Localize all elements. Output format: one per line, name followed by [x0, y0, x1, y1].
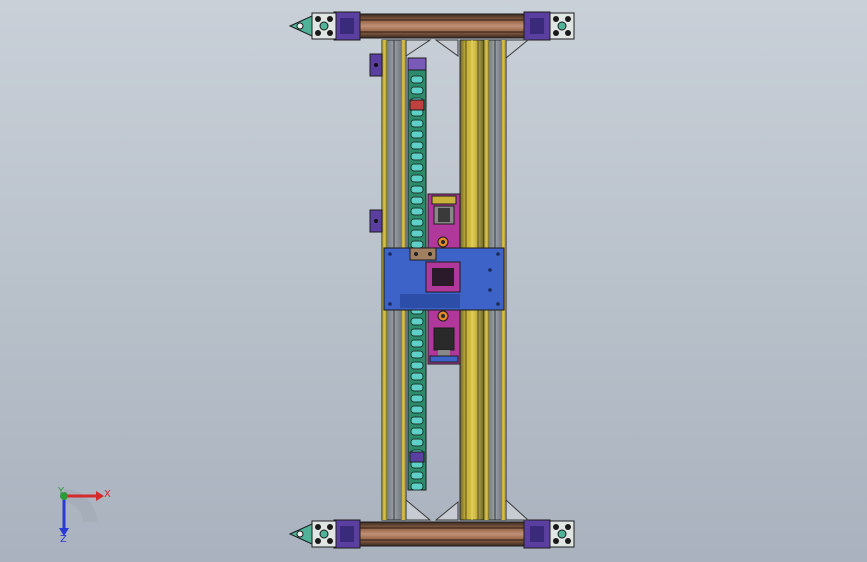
chain-link: [410, 394, 424, 403]
triad-y-label: Y: [57, 486, 65, 497]
chain-link: [410, 218, 424, 227]
chain-link: [410, 174, 424, 183]
gripper-assembly-upper[interactable]: [427, 193, 461, 249]
corner-connector-tr: [549, 12, 575, 40]
triad-z-label: Z: [60, 534, 67, 545]
carriage-bolt: [388, 252, 392, 256]
chain-link: [410, 427, 424, 436]
chain-link: [410, 405, 424, 414]
chain-link: [410, 196, 424, 205]
chain-link: [410, 229, 424, 238]
chain-link: [410, 361, 424, 370]
chain-link: [410, 185, 424, 194]
chain-link: [410, 482, 424, 491]
chain-link: [410, 350, 424, 359]
chain-link: [410, 240, 424, 249]
gripper-assembly-lower[interactable]: [427, 309, 461, 365]
chain-link: [410, 119, 424, 128]
chain-link: [410, 141, 424, 150]
carriage-bolt: [488, 268, 492, 272]
chain-link: [410, 163, 424, 172]
bottom-cross-beam[interactable]: [288, 519, 575, 549]
carriage-plate[interactable]: [383, 247, 505, 311]
carriage-bolt: [488, 288, 492, 292]
chain-link: [410, 317, 424, 326]
rail-mount-tabs: [369, 53, 383, 233]
corner-connector-br: [549, 520, 575, 548]
top-cross-beam[interactable]: [288, 11, 575, 41]
axis-triad: X Y Z: [57, 486, 111, 545]
carriage-bolt: [388, 302, 392, 306]
chain-link: [410, 383, 424, 392]
chain-link: [410, 75, 424, 84]
cad-model-view[interactable]: X Y Z: [0, 0, 867, 562]
triad-x-arrow: [96, 491, 104, 501]
chain-link: [410, 130, 424, 139]
graphics-viewport[interactable]: X Y Z: [0, 0, 867, 562]
triad-x-label: X: [104, 489, 111, 500]
chain-link: [410, 416, 424, 425]
chain-link: [410, 328, 424, 337]
chain-link: [410, 207, 424, 216]
chain-link: [410, 471, 424, 480]
chain-link: [410, 339, 424, 348]
chain-link: [410, 152, 424, 161]
chain-link: [410, 438, 424, 447]
chain-link: [410, 372, 424, 381]
corner-connector-tl: [288, 12, 337, 40]
corner-connector-bl: [288, 520, 337, 548]
carriage-bolt: [496, 252, 500, 256]
carriage-bolt: [496, 302, 500, 306]
chain-link: [410, 86, 424, 95]
